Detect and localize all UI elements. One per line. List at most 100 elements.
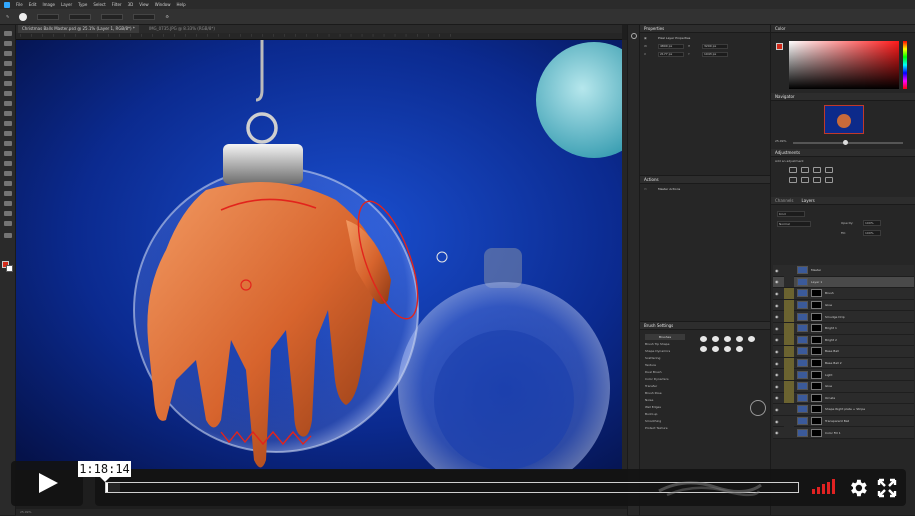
brush-tip-preset[interactable] bbox=[724, 336, 731, 342]
black-white-icon[interactable] bbox=[813, 177, 821, 183]
color-tab[interactable]: Color bbox=[771, 25, 915, 33]
height-field[interactable]: 3200 px bbox=[702, 43, 728, 49]
brush-tip-preset[interactable] bbox=[700, 346, 707, 352]
crop-tool-icon[interactable] bbox=[4, 71, 12, 76]
brush-option-item[interactable]: Build-up bbox=[645, 412, 685, 416]
brush-option-item[interactable]: Wet Edges bbox=[645, 405, 685, 409]
photo-filter-icon[interactable] bbox=[825, 177, 833, 183]
layer-filter-kind-dropdown[interactable]: Kind bbox=[777, 211, 805, 217]
rectangle-tool-icon[interactable] bbox=[4, 201, 12, 206]
move-tool-icon[interactable] bbox=[4, 31, 12, 36]
history-brush-tool-icon[interactable] bbox=[4, 121, 12, 126]
brush-settings-tab[interactable]: Brush Settings bbox=[640, 322, 770, 330]
layer-mask-thumbnail[interactable] bbox=[811, 312, 822, 321]
navigator-tab[interactable]: Navigator bbox=[771, 93, 915, 101]
brush-option-item[interactable]: Dual Brush bbox=[645, 370, 685, 374]
brush-tool-icon[interactable]: ✎ bbox=[6, 14, 9, 19]
layer-mask-thumbnail[interactable] bbox=[811, 289, 822, 298]
layer-mask-thumbnail[interactable] bbox=[811, 370, 822, 379]
layer-row[interactable]: ◉ Bright 2 bbox=[773, 334, 914, 347]
more-tools-icon[interactable] bbox=[4, 233, 12, 238]
eye-icon[interactable]: ◉ bbox=[775, 337, 781, 342]
navigator-zoom-slider[interactable] bbox=[793, 140, 903, 145]
eyedropper-tool-icon[interactable] bbox=[4, 81, 12, 86]
layer-mask-thumbnail[interactable] bbox=[811, 359, 822, 368]
flow-field[interactable] bbox=[101, 13, 124, 20]
blur-tool-icon[interactable] bbox=[4, 151, 12, 156]
hue-slider[interactable] bbox=[903, 41, 907, 89]
brush-option-item[interactable]: Brush Pose bbox=[645, 391, 685, 395]
navigator-zoom-value[interactable]: 25.09% bbox=[775, 139, 786, 143]
menu-filter[interactable]: Filter bbox=[112, 2, 122, 7]
properties-tab[interactable]: Properties bbox=[640, 25, 770, 33]
layer-row[interactable]: ◉ Glow bbox=[773, 380, 914, 393]
background-color-swatch[interactable] bbox=[6, 265, 13, 272]
blend-mode-dropdown[interactable]: Normal bbox=[777, 221, 811, 227]
brush-preset-picker[interactable] bbox=[19, 12, 28, 21]
opacity-field[interactable]: 100% bbox=[863, 220, 881, 226]
layer-mask-thumbnail[interactable] bbox=[811, 347, 822, 356]
brush-option-item[interactable]: Smoothing bbox=[645, 419, 685, 423]
layer-mask-thumbnail[interactable] bbox=[811, 335, 822, 344]
menu-window[interactable]: Window bbox=[155, 2, 171, 7]
brush-tip-preset[interactable] bbox=[736, 346, 743, 352]
gear-icon[interactable]: ⚙ bbox=[165, 14, 169, 19]
layer-row[interactable]: ◉ Master bbox=[773, 264, 914, 277]
brush-tip-preset[interactable] bbox=[712, 336, 719, 342]
layer-mask-thumbnail[interactable] bbox=[811, 428, 822, 437]
eye-icon[interactable]: ◉ bbox=[775, 419, 781, 424]
menu-select[interactable]: Select bbox=[93, 2, 105, 7]
brush-option-item[interactable]: Scattering bbox=[645, 356, 685, 360]
brush-option-item[interactable]: Noise bbox=[645, 398, 685, 402]
layer-row[interactable]: ◉ Bright 1 bbox=[773, 322, 914, 335]
menu-layer[interactable]: Layer bbox=[61, 2, 72, 7]
layer-row[interactable]: ◉ Ornate bbox=[773, 392, 914, 405]
tab-img-0735[interactable]: IMG_0735.JPG @ 8.33% (RGB/8*) bbox=[144, 25, 219, 33]
layer-row[interactable]: ◉ Shape Right plate + Stripe bbox=[773, 403, 914, 416]
curves-icon[interactable] bbox=[813, 167, 821, 173]
menu-type[interactable]: Type bbox=[78, 2, 87, 7]
levels-icon[interactable] bbox=[801, 167, 809, 173]
brush-tip-preset[interactable] bbox=[700, 336, 707, 342]
marquee-tool-icon[interactable] bbox=[4, 41, 12, 46]
brightness-contrast-icon[interactable] bbox=[789, 167, 797, 173]
brush-tip-preset[interactable] bbox=[724, 346, 731, 352]
actions-tab[interactable]: Actions bbox=[640, 176, 770, 184]
color-field[interactable] bbox=[789, 41, 899, 89]
path-select-tool-icon[interactable] bbox=[4, 191, 12, 196]
layer-row[interactable]: ◉ Light bbox=[773, 369, 914, 381]
brush-option-item[interactable]: Texture bbox=[645, 363, 685, 367]
lasso-tool-icon[interactable] bbox=[4, 51, 12, 56]
menu-help[interactable]: Help bbox=[176, 2, 185, 7]
eye-icon[interactable]: ◉ bbox=[775, 395, 781, 400]
eye-icon[interactable]: ◉ bbox=[775, 303, 781, 308]
layer-mask-thumbnail[interactable] bbox=[811, 393, 822, 402]
zoom-tool-icon[interactable] bbox=[4, 221, 12, 226]
clone-stamp-tool-icon[interactable] bbox=[4, 111, 12, 116]
hue-saturation-icon[interactable] bbox=[789, 177, 797, 183]
gear-icon[interactable] bbox=[847, 477, 869, 499]
layer-mask-thumbnail[interactable] bbox=[811, 382, 822, 391]
menu-edit[interactable]: Edit bbox=[29, 2, 37, 7]
brush-tip-preset[interactable] bbox=[736, 336, 743, 342]
type-tool-icon[interactable] bbox=[4, 181, 12, 186]
layer-row[interactable]: ◉ Base Ball 2 bbox=[773, 357, 914, 370]
eraser-tool-icon[interactable] bbox=[4, 131, 12, 136]
mode-dropdown[interactable] bbox=[37, 13, 60, 20]
eye-icon[interactable]: ◉ bbox=[775, 361, 781, 366]
layer-row[interactable]: ◉ Layer 1 bbox=[773, 276, 914, 289]
layer-mask-thumbnail[interactable] bbox=[811, 301, 822, 310]
volume-control[interactable] bbox=[812, 479, 838, 494]
layer-mask-thumbnail[interactable] bbox=[811, 324, 822, 333]
x-field[interactable]: 2177 px bbox=[658, 51, 684, 57]
color-panel-foreground-swatch[interactable] bbox=[776, 43, 783, 50]
quick-select-tool-icon[interactable] bbox=[4, 61, 12, 66]
tab-channels[interactable]: Channels bbox=[775, 197, 794, 204]
play-button[interactable] bbox=[11, 461, 83, 506]
eye-icon[interactable]: ◉ bbox=[775, 314, 781, 319]
document-canvas[interactable] bbox=[16, 40, 622, 470]
zoom-slider-knob[interactable] bbox=[843, 140, 848, 145]
brushes-button[interactable]: Brushes bbox=[645, 334, 685, 340]
menu-image[interactable]: Image bbox=[42, 2, 55, 7]
brush-option-item[interactable]: Transfer bbox=[645, 384, 685, 388]
